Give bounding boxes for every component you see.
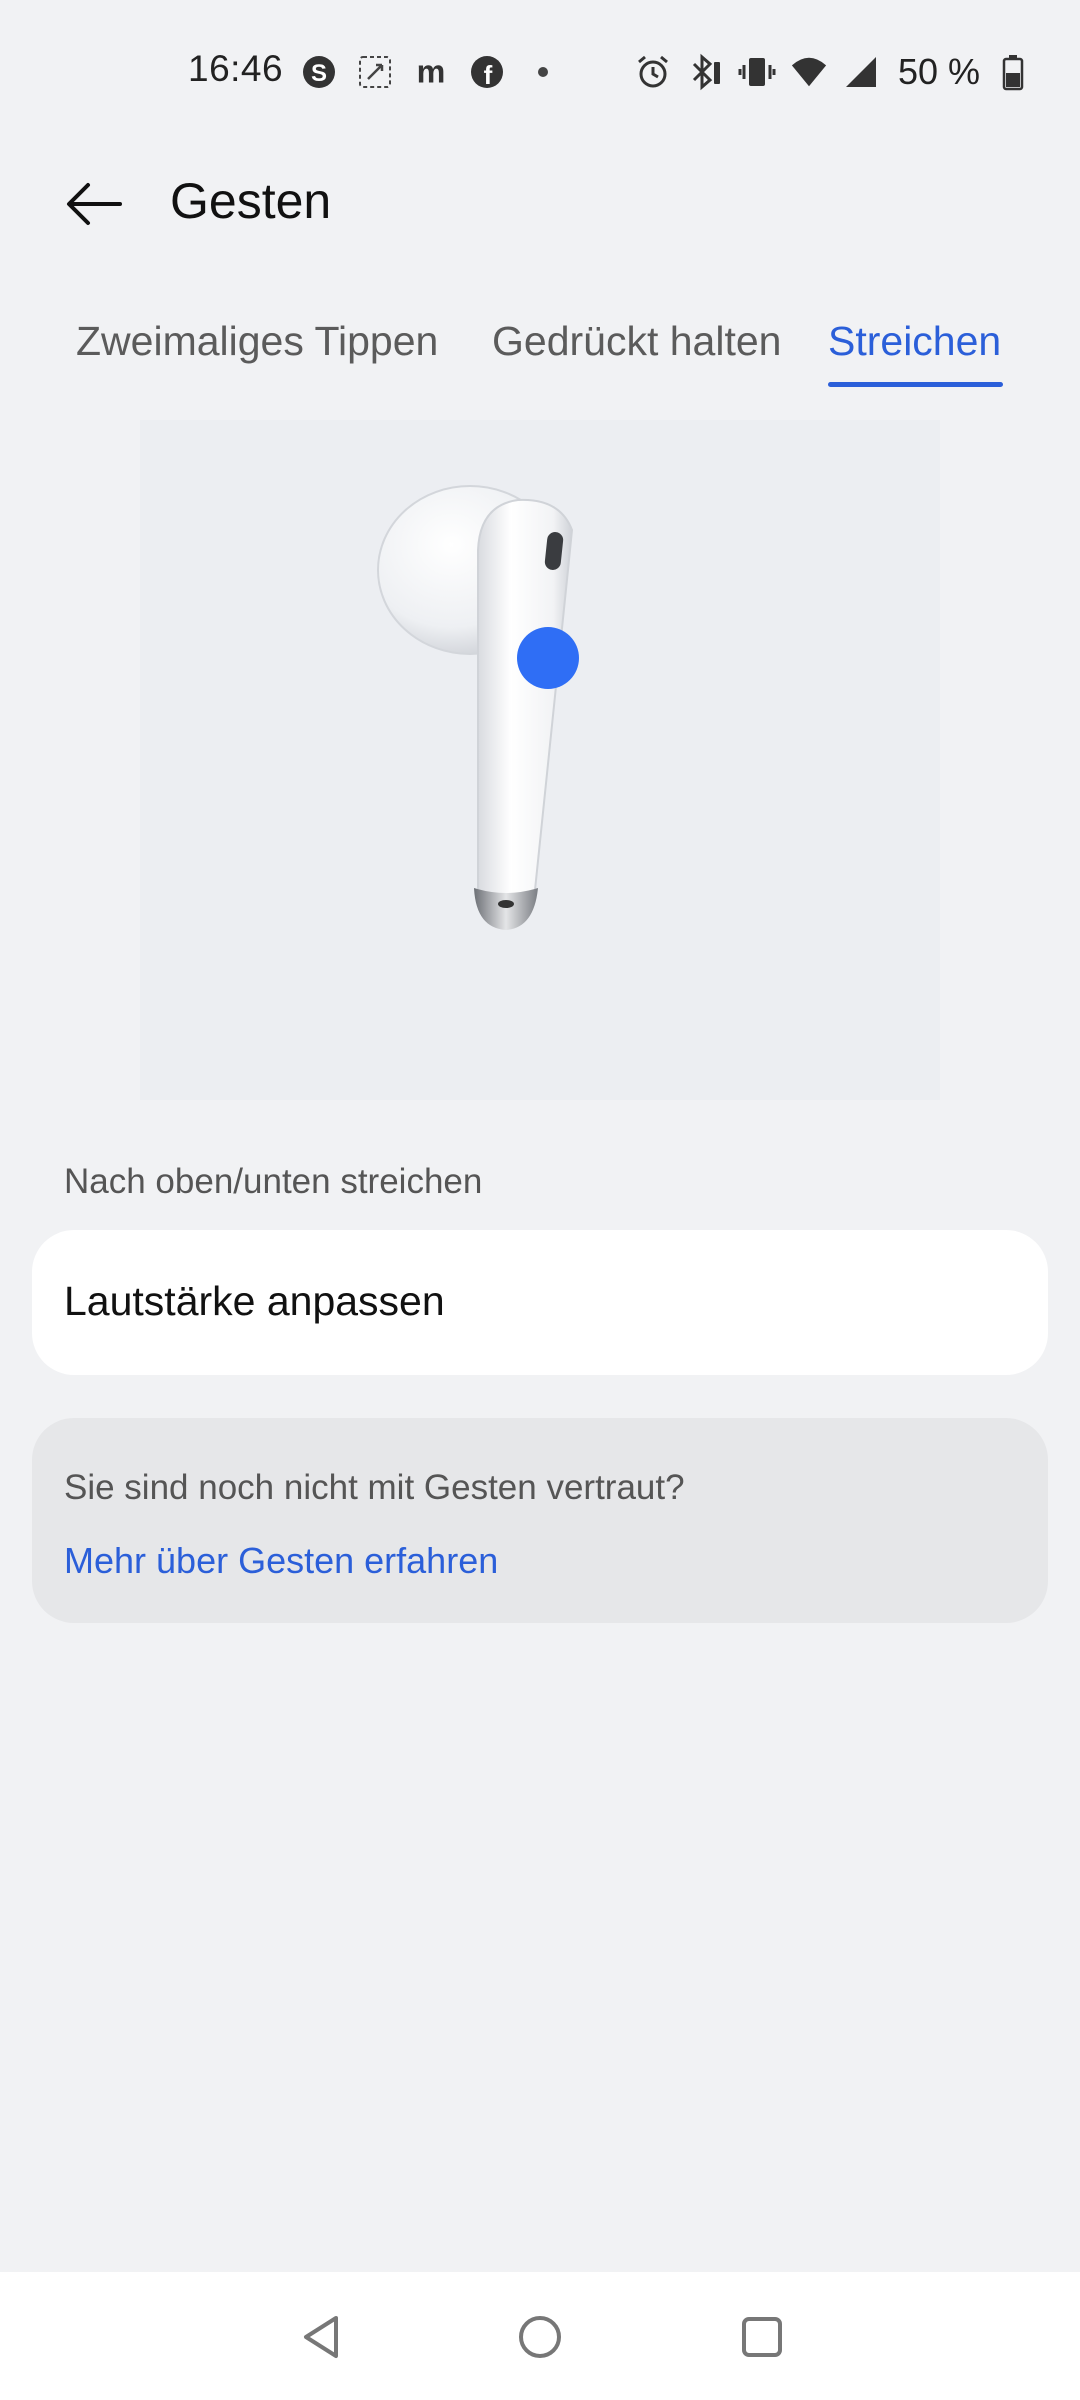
tab-double-tap[interactable]: Zweimaliges Tippen bbox=[76, 318, 438, 365]
tab-press-and-hold[interactable]: Gedrückt halten bbox=[492, 318, 781, 365]
system-navigation-bar bbox=[0, 2272, 1080, 2400]
swipe-action-value: Lautstärke anpassen bbox=[64, 1278, 445, 1324]
system-icons: 50 % bbox=[634, 48, 1032, 96]
circle-home-icon bbox=[519, 2316, 561, 2358]
screenshot-icon bbox=[356, 50, 394, 94]
tab-swipe[interactable]: Streichen bbox=[828, 318, 1001, 365]
battery-percent: 50 % bbox=[897, 51, 980, 92]
nav-recents-button[interactable] bbox=[727, 2302, 797, 2372]
gesture-info-card: Sie sind noch nicht mit Gesten vertraut?… bbox=[32, 1418, 1048, 1623]
active-tab-indicator bbox=[828, 382, 1003, 387]
swipe-action-setting[interactable]: Lautstärke anpassen bbox=[32, 1230, 1048, 1375]
svg-text:m: m bbox=[417, 54, 446, 89]
status-time: 16:46 bbox=[188, 48, 284, 89]
notification-icons: S m f bbox=[300, 48, 562, 96]
skype-icon: S bbox=[300, 50, 338, 94]
back-button[interactable] bbox=[58, 168, 130, 240]
gestures-screen: 16:46 S m f 50 % Gesten Zweimaliges Tipp… bbox=[0, 0, 1080, 2400]
alarm-icon bbox=[634, 50, 672, 94]
touch-indicator-icon bbox=[517, 627, 579, 689]
m-app-icon: m bbox=[412, 50, 450, 94]
square-recents-icon bbox=[742, 2317, 782, 2357]
earbud bbox=[377, 485, 574, 930]
svg-text:S: S bbox=[311, 60, 327, 87]
nav-back-button[interactable] bbox=[286, 2302, 356, 2372]
vibrate-icon bbox=[738, 50, 776, 94]
battery-icon bbox=[994, 50, 1032, 94]
facebook-icon: f bbox=[468, 50, 506, 94]
bluetooth-icon bbox=[686, 50, 724, 94]
triangle-back-icon bbox=[304, 2316, 338, 2358]
info-text: Sie sind noch nicht mit Gesten vertraut? bbox=[64, 1468, 685, 1507]
arrow-left-icon bbox=[67, 183, 122, 225]
section-label: Nach oben/unten streichen bbox=[64, 1162, 483, 1201]
app-header: Gesten bbox=[0, 150, 1080, 260]
wifi-icon bbox=[790, 50, 828, 94]
nav-home-button[interactable] bbox=[505, 2302, 575, 2372]
dot-icon bbox=[524, 50, 562, 94]
signal-icon bbox=[842, 50, 880, 94]
status-bar: 16:46 S m f 50 % bbox=[0, 0, 1080, 140]
earbud-illustration bbox=[140, 420, 940, 1100]
svg-text:f: f bbox=[484, 60, 493, 90]
page-title: Gesten bbox=[170, 173, 332, 229]
learn-more-link[interactable]: Mehr über Gesten erfahren bbox=[64, 1540, 498, 1582]
